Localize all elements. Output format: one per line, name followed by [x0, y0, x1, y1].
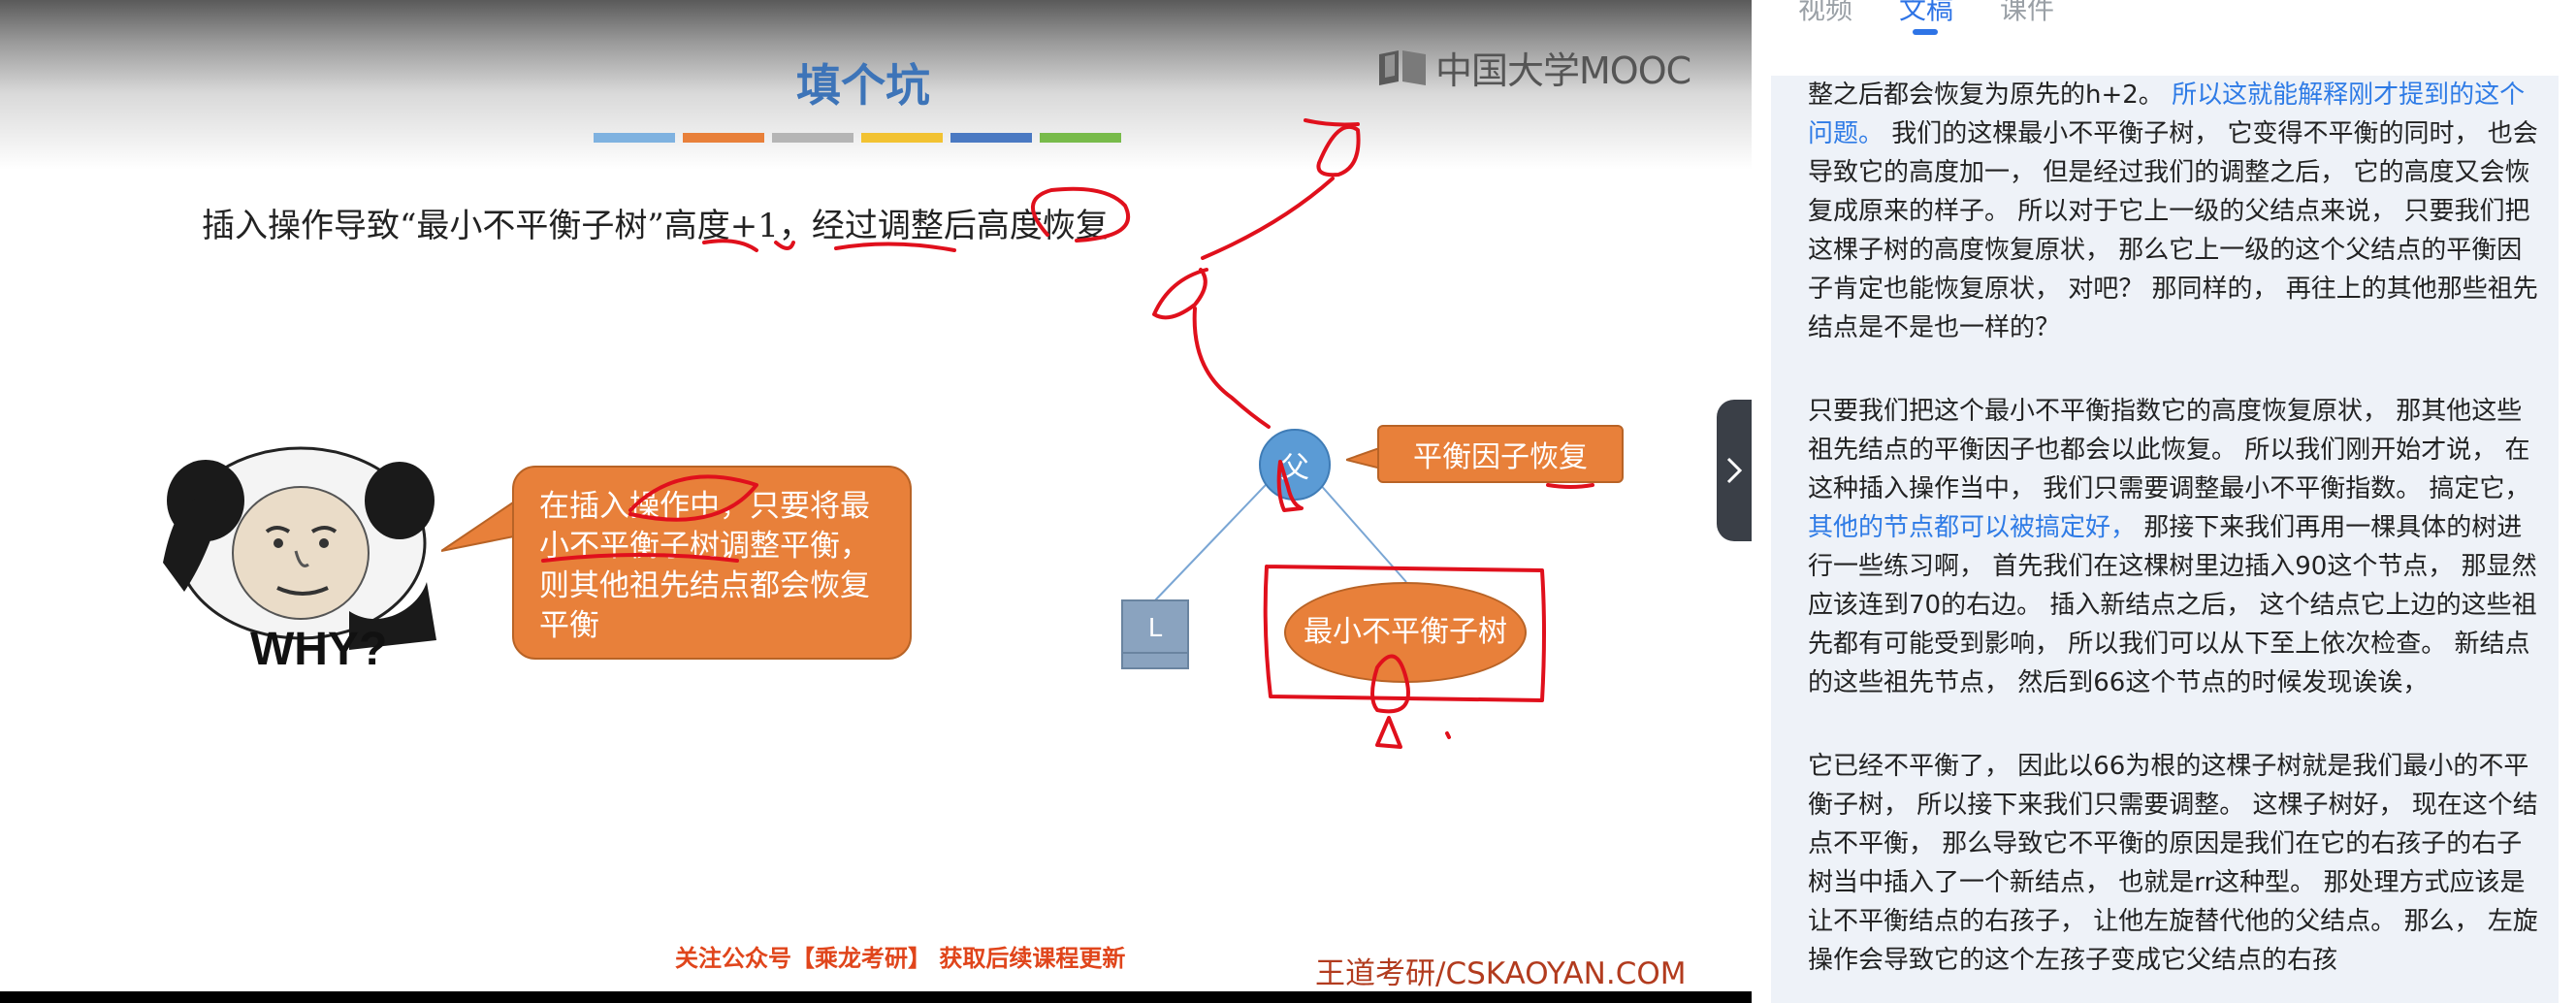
tree-node-father: 父	[1259, 429, 1331, 501]
color-bar	[772, 133, 853, 143]
promo-text: 关注公众号【乘龙考研】 获取后续课程更新	[675, 945, 1126, 972]
logo-text: 中国大学MOOC	[1435, 49, 1691, 92]
video-player[interactable]: 填个坑 中国大学MOOC 插入操作导致“最小不平衡子树”高度+1，经过调整后高度…	[0, 0, 1752, 1003]
color-bar	[1040, 133, 1121, 143]
color-bar	[861, 133, 943, 143]
tab-transcript[interactable]: 文稿	[1899, 0, 1953, 27]
tree-node-left: L	[1121, 599, 1189, 669]
meme-caption: WHY?	[250, 624, 388, 675]
lecture-slide: 填个坑 中国大学MOOC 插入操作导致“最小不平衡子树”高度+1，经过调整后高度…	[0, 0, 1752, 991]
transcript-highlight: 其他的节点都可以被搞定好，	[1808, 513, 2137, 542]
collapse-panel-button[interactable]	[1717, 400, 1752, 541]
tab-courseware[interactable]: 课件	[2000, 0, 2054, 27]
transcript-paragraph: 它已经不平衡了， 因此以66为根的这棵子树就是我们最小的不平衡子树， 所以接下来…	[1808, 747, 2543, 980]
panel-tabs: 视频 文稿 课件	[1752, 0, 2576, 37]
transcript-text-segment: 只要我们把这个最小不平衡指数它的高度恢复原状， 那其他这些祖先结点的平衡因子也都…	[1808, 397, 2530, 503]
mooc-logo: 中国大学MOOC	[1377, 43, 1691, 92]
transcript-paragraph: 只要我们把这个最小不平衡指数它的高度恢复原状， 那其他这些祖先结点的平衡因子也都…	[1808, 392, 2543, 702]
active-tab-indicator	[1913, 29, 1938, 35]
book-logo-icon	[1379, 50, 1426, 85]
color-bar	[594, 133, 675, 143]
color-bars	[594, 133, 1121, 143]
slide-title: 填个坑	[796, 59, 930, 112]
transcript-text[interactable]: 整之后都会恢复为原先的h+2。 所以这就能解释刚才提到的这个问题。 我们的这棵最…	[1771, 76, 2559, 1003]
color-bar	[950, 133, 1032, 143]
speech-bubble-tail	[441, 497, 519, 552]
min-unbalanced-subtree: 最小不平衡子树	[1284, 582, 1527, 683]
color-bar	[683, 133, 764, 143]
slide-statement: 插入操作导致“最小不平衡子树”高度+1，经过调整后高度恢复	[202, 207, 1109, 245]
chevron-right-icon	[1726, 457, 1743, 484]
transcript-text-segment: 我们的这棵最小不平衡子树， 它变得不平衡的同时， 也会导致它的高度加一， 但是经…	[1808, 119, 2538, 342]
transcript-paragraph: 整之后都会恢复为原先的h+2。 所以这就能解释刚才提到的这个问题。 我们的这棵最…	[1808, 76, 2543, 347]
transcript-text-segment: 整之后都会恢复为原先的h+2。	[1808, 81, 2164, 110]
transcript-text-segment: 它已经不平衡了， 因此以66为根的这棵子树就是我们最小的不平衡子树， 所以接下来…	[1808, 752, 2538, 975]
tab-video[interactable]: 视频	[1798, 0, 1852, 27]
side-panel: 视频 文稿 课件 整之后都会恢复为原先的h+2。 所以这就能解释刚才提到的这个问…	[1752, 0, 2576, 1003]
brand-watermark: 王道考研/CSKAOYAN.COM	[1315, 956, 1687, 991]
speech-bubble: 在插入操作中，只要将最小不平衡子树调整平衡，则其他祖先结点都会恢复平衡	[512, 466, 912, 660]
balance-factor-callout: 平衡因子恢复	[1377, 425, 1624, 483]
